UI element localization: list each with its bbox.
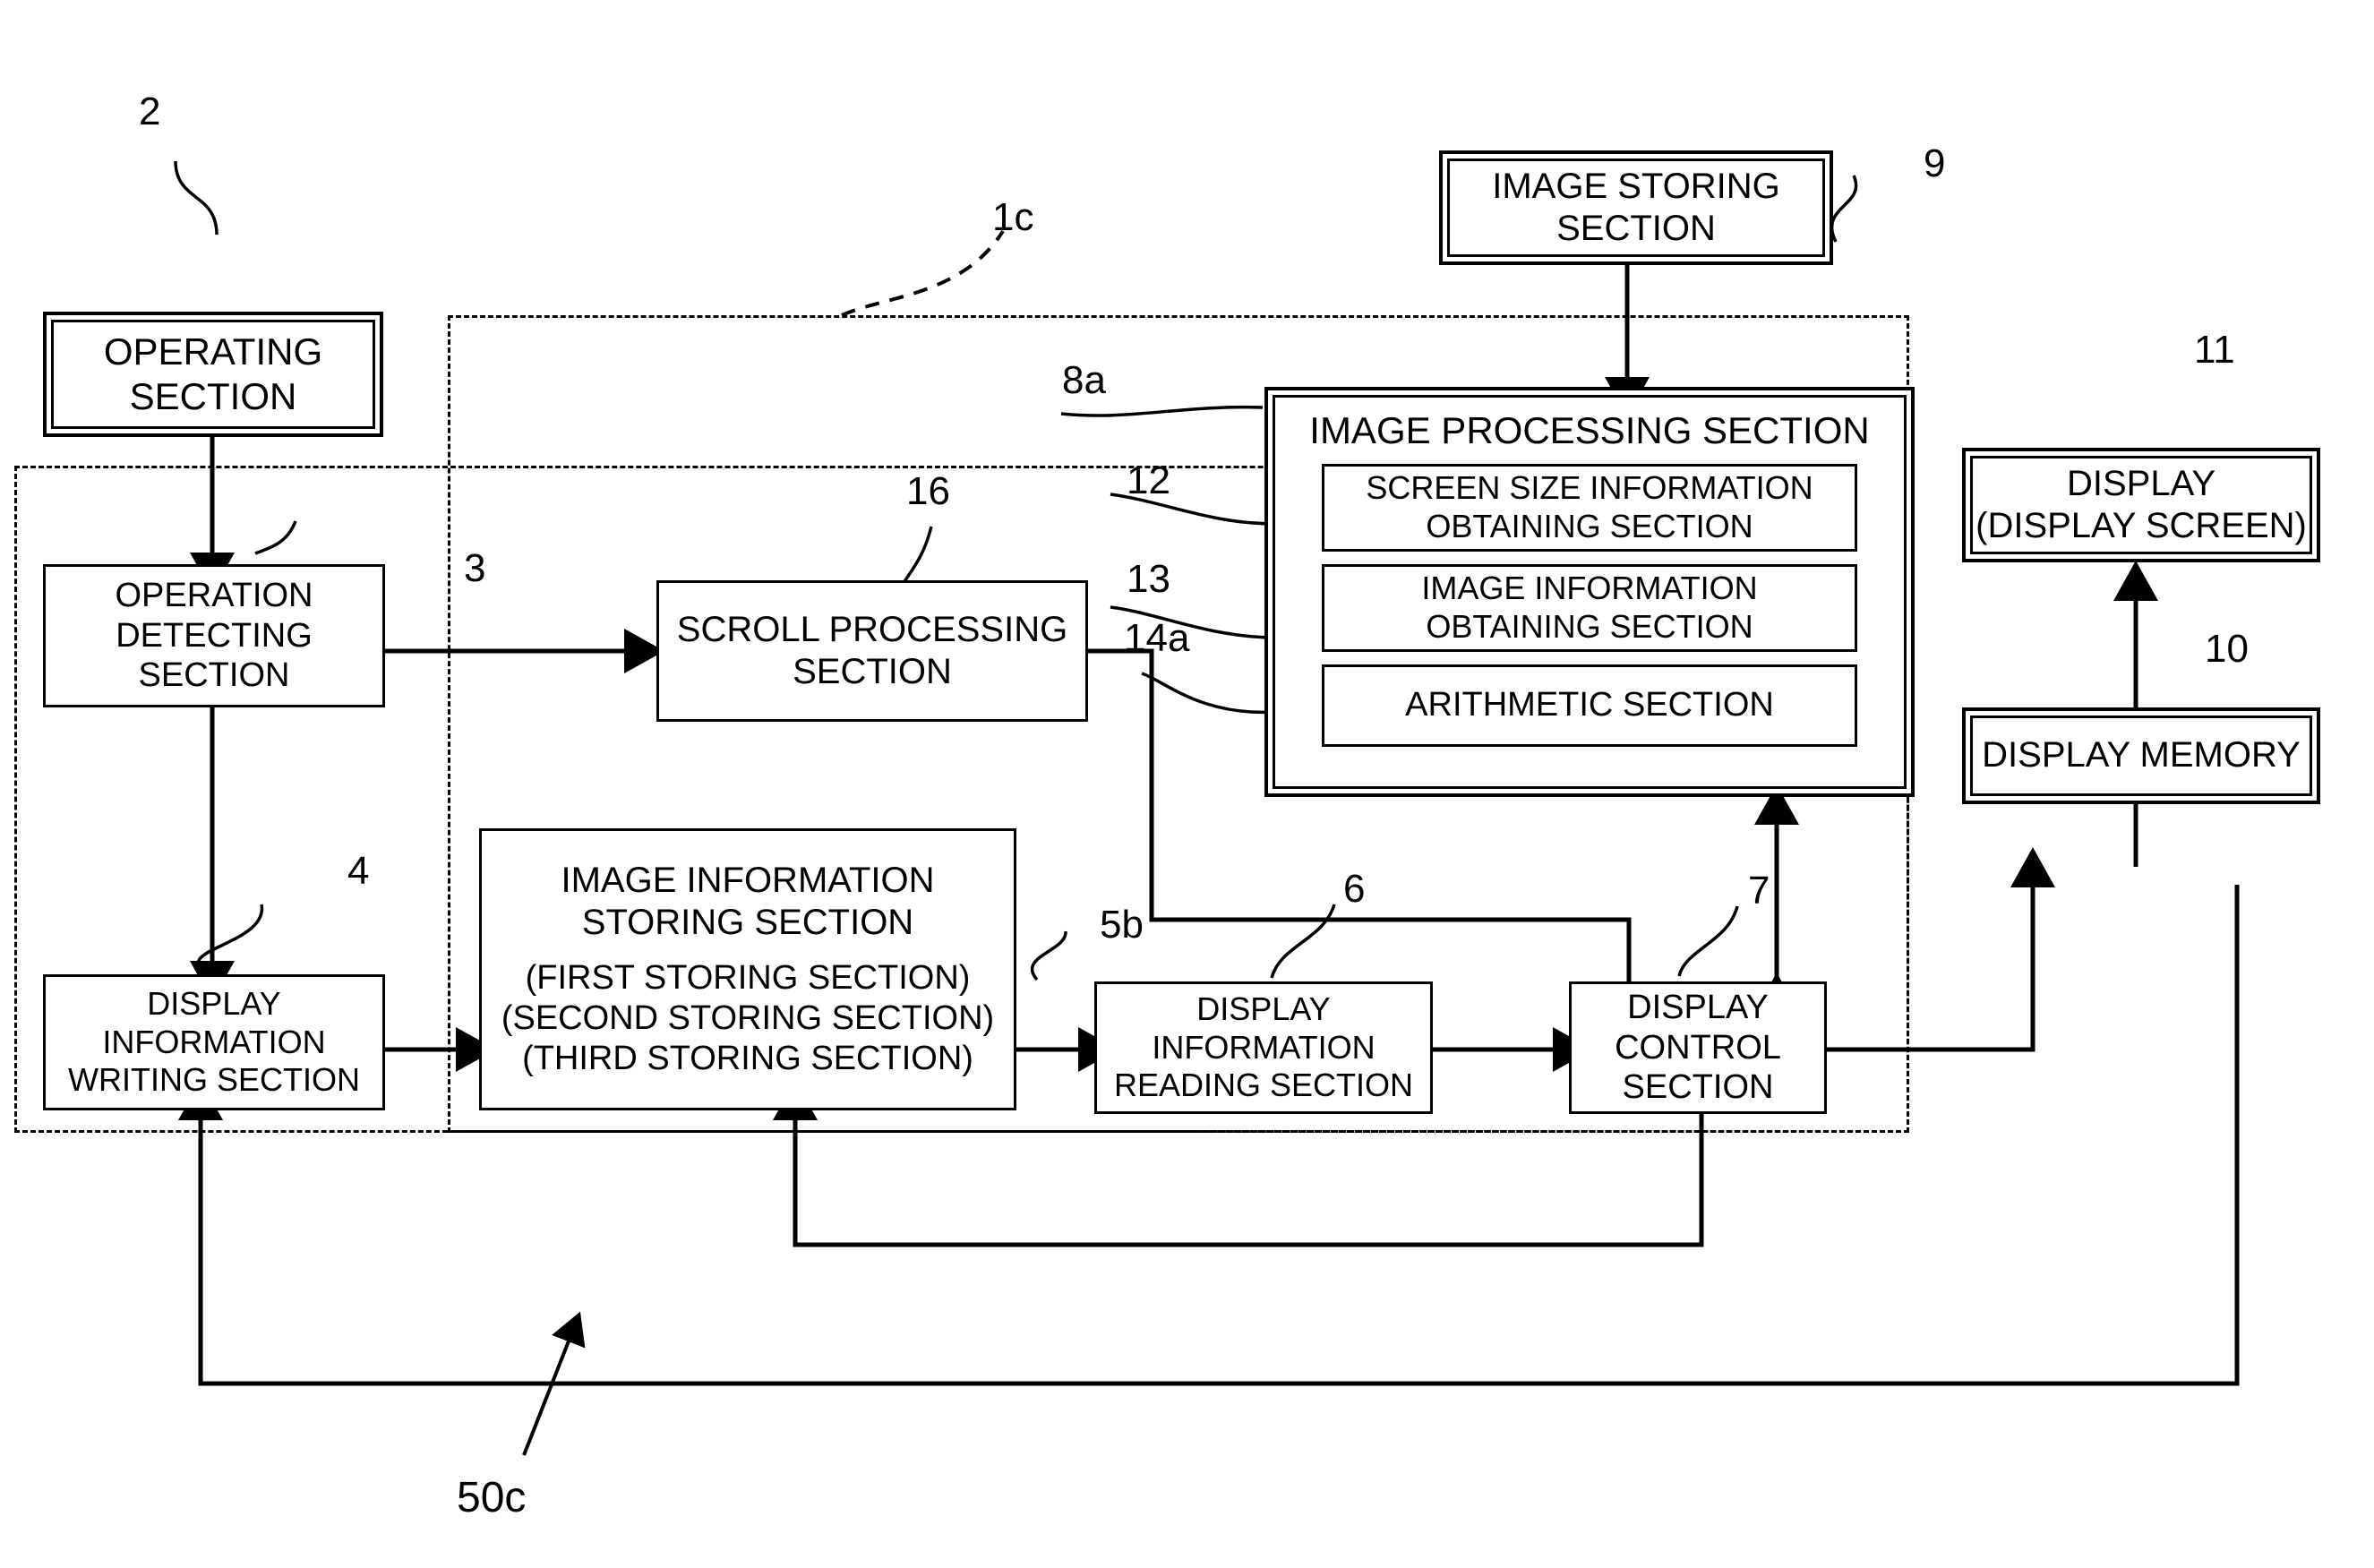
block-display-information-reading-section[interactable]: DISPLAY INFORMATION READING SECTION bbox=[1094, 981, 1433, 1114]
ref-numeral-6: 6 bbox=[1343, 867, 1366, 911]
image-processing-section-title: IMAGE PROCESSING SECTION bbox=[1309, 409, 1870, 451]
screen-size-line-2: OBTAINING SECTION bbox=[1426, 507, 1753, 544]
image-info-storing-title-1: IMAGE INFORMATION bbox=[561, 861, 935, 901]
image-info-storing-sub-1: (FIRST STORING SECTION) bbox=[525, 959, 971, 998]
block-image-storing-section[interactable]: IMAGE STORING SECTION bbox=[1439, 150, 1833, 265]
image-info-obtaining-line-2: OBTAINING SECTION bbox=[1426, 607, 1753, 645]
ref-numeral-11: 11 bbox=[2194, 328, 2235, 372]
block-operating-section[interactable]: OPERATING SECTION bbox=[43, 312, 383, 437]
scroll-processing-line-1: SCROLL PROCESSING bbox=[676, 609, 1068, 649]
block-image-information-obtaining-section[interactable]: IMAGE INFORMATION OBTAINING SECTION bbox=[1322, 563, 1857, 652]
image-info-storing-title-2: STORING SECTION bbox=[581, 903, 914, 943]
operating-section-line-1: OPERATING bbox=[103, 330, 323, 373]
ref-numeral-14a: 14a bbox=[1124, 616, 1190, 660]
display-control-line-1: DISPLAY bbox=[1627, 988, 1769, 1026]
operation-detecting-line-2: DETECTING bbox=[116, 616, 313, 655]
image-info-storing-sub-3: (THIRD STORING SECTION) bbox=[522, 1040, 973, 1078]
ref-numeral-2: 2 bbox=[139, 90, 161, 133]
block-scroll-processing-section[interactable]: SCROLL PROCESSING SECTION bbox=[656, 580, 1088, 722]
arithmetic-section-label: ARITHMETIC SECTION bbox=[1405, 686, 1774, 724]
ref-numeral-13: 13 bbox=[1127, 557, 1170, 601]
display-write-line-3: WRITING SECTION bbox=[68, 1061, 360, 1099]
operating-section-line-2: SECTION bbox=[129, 375, 297, 417]
ref-numeral-1c: 1c bbox=[992, 195, 1034, 239]
patent-figure-canvas: OPERATING SECTION OPERATION DETECTING SE… bbox=[0, 0, 2374, 1568]
ref-numeral-12: 12 bbox=[1127, 458, 1170, 502]
display-read-line-3: READING SECTION bbox=[1113, 1067, 1414, 1104]
display-control-line-3: SECTION bbox=[1622, 1068, 1774, 1107]
display-control-line-2: CONTROL bbox=[1615, 1028, 1781, 1067]
block-screen-size-information-obtaining-section[interactable]: SCREEN SIZE INFORMATION OBTAINING SECTIO… bbox=[1322, 463, 1857, 552]
display-write-line-1: DISPLAY bbox=[147, 985, 281, 1023]
ref-numeral-3: 3 bbox=[464, 546, 486, 590]
ref-numeral-7: 7 bbox=[1748, 869, 1770, 913]
ref-numeral-4: 4 bbox=[347, 849, 370, 893]
screen-size-line-1: SCREEN SIZE INFORMATION bbox=[1366, 469, 1813, 507]
image-storing-line-1: IMAGE STORING bbox=[1492, 166, 1780, 206]
ref-numeral-16: 16 bbox=[906, 469, 950, 513]
ref-numeral-5b: 5b bbox=[1100, 903, 1144, 947]
display-memory-label: DISPLAY MEMORY bbox=[1982, 735, 2301, 775]
block-image-information-storing-section[interactable]: IMAGE INFORMATION STORING SECTION (FIRST… bbox=[479, 828, 1016, 1110]
scroll-processing-line-2: SECTION bbox=[793, 652, 952, 691]
display-read-line-2: INFORMATION bbox=[1152, 1028, 1376, 1066]
block-display-memory[interactable]: DISPLAY MEMORY bbox=[1962, 707, 2320, 804]
block-arithmetic-section[interactable]: ARITHMETIC SECTION bbox=[1322, 664, 1857, 747]
ref-numeral-50c: 50c bbox=[457, 1474, 527, 1521]
image-info-storing-sub-2: (SECOND STORING SECTION) bbox=[501, 999, 995, 1038]
ref-numeral-8a: 8a bbox=[1062, 358, 1106, 402]
image-storing-line-2: SECTION bbox=[1556, 209, 1716, 248]
block-display-information-writing-section[interactable]: DISPLAY INFORMATION WRITING SECTION bbox=[43, 974, 385, 1110]
operation-detecting-line-3: SECTION bbox=[138, 656, 290, 695]
ref-numeral-9: 9 bbox=[1924, 141, 1946, 185]
display-read-line-1: DISPLAY bbox=[1196, 990, 1331, 1028]
block-operation-detecting-section[interactable]: OPERATION DETECTING SECTION bbox=[43, 564, 385, 707]
block-display-display-screen[interactable]: DISPLAY (DISPLAY SCREEN) bbox=[1962, 448, 2320, 562]
image-info-obtaining-line-1: IMAGE INFORMATION bbox=[1421, 570, 1758, 607]
operation-detecting-line-1: OPERATION bbox=[115, 576, 313, 614]
display-write-line-2: INFORMATION bbox=[102, 1023, 326, 1060]
ref-numeral-10: 10 bbox=[2205, 627, 2249, 671]
block-image-processing-section[interactable]: IMAGE PROCESSING SECTION SCREEN SIZE INF… bbox=[1264, 387, 1915, 797]
block-display-control-section[interactable]: DISPLAY CONTROL SECTION bbox=[1569, 981, 1827, 1114]
display-line-2: (DISPLAY SCREEN) bbox=[1975, 506, 2307, 545]
display-line-1: DISPLAY bbox=[2067, 463, 2215, 503]
